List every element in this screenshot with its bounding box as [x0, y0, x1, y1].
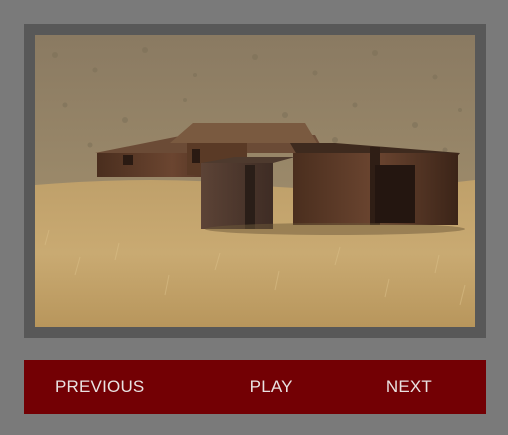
play-button[interactable]: PLAY — [250, 360, 293, 414]
slideshow: PREVIOUS PLAY NEXT — [0, 0, 508, 435]
next-button[interactable]: NEXT — [386, 360, 432, 414]
previous-button[interactable]: PREVIOUS — [55, 360, 144, 414]
photo-frame — [24, 24, 486, 338]
slideshow-controls: PREVIOUS PLAY NEXT — [24, 360, 486, 414]
photo-landscape-icon — [35, 35, 475, 327]
